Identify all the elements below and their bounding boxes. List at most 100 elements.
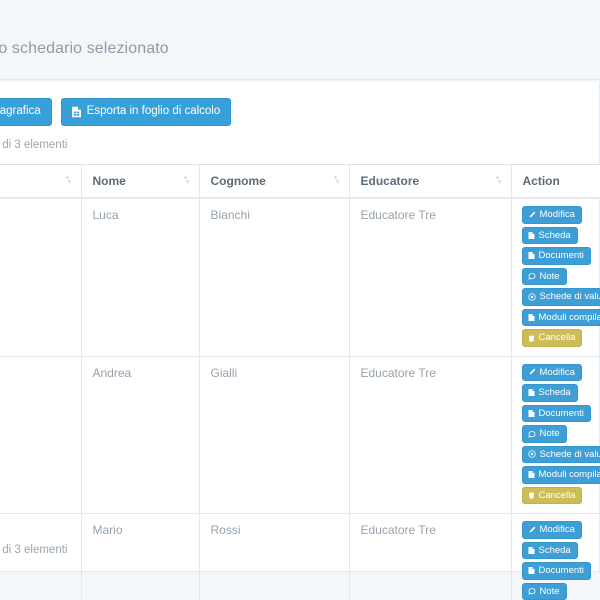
cell-nome: Andrea <box>81 355 200 514</box>
column-header-first[interactable] <box>0 164 82 199</box>
scheda-button[interactable]: Scheda <box>521 541 578 559</box>
cancella-button[interactable]: Cancella <box>521 329 583 347</box>
file-icon <box>528 566 535 575</box>
cancella-label: Cancella <box>538 332 576 343</box>
file-icon <box>528 388 535 397</box>
file-icon <box>528 546 535 555</box>
cell-first <box>0 513 82 600</box>
moduli-compilati-button[interactable]: Moduli compilati <box>521 466 600 484</box>
modifica-button[interactable]: Modifica <box>521 521 582 539</box>
column-header-educatore-label: Educatore <box>360 174 420 188</box>
documenti-label: Documenti <box>538 565 584 576</box>
row-action-group: Modifica Scheda Documenti <box>521 521 591 600</box>
note-label: Note <box>539 428 560 439</box>
column-header-cognome[interactable]: Cognome <box>199 164 350 199</box>
spreadsheet-icon <box>71 106 82 118</box>
cell-educatore: Educatore Tre <box>349 355 512 514</box>
modifica-label: Modifica <box>539 366 575 378</box>
page-header: Anagrafiche nello schedario selezionato <box>0 0 600 80</box>
column-header-nome[interactable]: Nome <box>81 164 200 199</box>
sort-icon <box>332 174 341 189</box>
table-row: Mario Rossi Educatore Tre Modifica Sched… <box>0 513 600 600</box>
comment-icon <box>527 430 536 438</box>
modifica-button[interactable]: Modifica <box>521 206 582 224</box>
content-card: Aggiungi un anagrafica Esporta in foglio… <box>0 82 600 600</box>
moduli-compilati-label: Moduli compilati <box>538 469 600 480</box>
documenti-button[interactable]: Documenti <box>521 247 591 265</box>
note-label: Note <box>539 270 560 282</box>
note-button[interactable]: Note <box>521 425 567 443</box>
export-spreadsheet-label: Esporta in foglio di calcolo <box>86 105 221 118</box>
cell-actions: Modifica Scheda Documenti <box>511 513 600 600</box>
schede-valutazione-label: Schede di valutazione <box>539 448 600 460</box>
moduli-compilati-label: Moduli compilati <box>538 311 600 323</box>
schede-valutazione-button[interactable]: Schede di valutazione <box>521 288 600 306</box>
sort-icon <box>182 174 191 189</box>
table-info-top: Visualizzati da 1 a 3 di 3 elementi <box>0 139 68 151</box>
modifica-button[interactable]: Modifica <box>521 363 582 381</box>
documenti-label: Documenti <box>538 407 584 419</box>
comment-icon <box>527 272 536 280</box>
scheda-label: Scheda <box>538 387 571 398</box>
toolbar: Aggiungi un anagrafica Esporta in foglio… <box>0 98 232 126</box>
table-head: Nome Cognome Educatore Action <box>0 164 600 199</box>
cell-nome: Mario <box>81 513 200 600</box>
add-anagrafica-button[interactable]: Aggiungi un anagrafica <box>0 98 52 126</box>
scheda-button[interactable]: Scheda <box>521 384 578 402</box>
documenti-button[interactable]: Documenti <box>521 404 591 422</box>
cell-first <box>0 355 82 514</box>
comment-icon <box>527 587 536 595</box>
table-header-row: Nome Cognome Educatore Action <box>0 164 600 199</box>
note-button[interactable]: Note <box>521 582 567 600</box>
sort-icon <box>64 174 73 189</box>
cancella-button[interactable]: Cancella <box>521 486 583 504</box>
column-header-educatore[interactable]: Educatore <box>349 164 512 199</box>
file-icon <box>528 231 535 240</box>
scheda-label: Scheda <box>538 544 571 556</box>
export-spreadsheet-button[interactable]: Esporta in foglio di calcolo <box>60 98 232 126</box>
column-header-action: Action <box>511 164 600 199</box>
schede-valutazione-label: Schede di valutazione <box>539 291 600 302</box>
file-icon <box>528 409 535 418</box>
add-anagrafica-label: Aggiungi un anagrafica <box>0 105 41 118</box>
scheda-label: Scheda <box>538 229 571 241</box>
documenti-button[interactable]: Documenti <box>521 562 591 580</box>
cell-first <box>0 197 82 357</box>
cell-actions: Modifica Scheda Documenti <box>511 197 600 357</box>
column-header-nome-label: Nome <box>92 174 126 188</box>
note-button[interactable]: Note <box>521 267 567 285</box>
file-icon <box>528 313 535 322</box>
modifica-label: Modifica <box>539 209 575 220</box>
schede-valutazione-button[interactable]: Schede di valutazione <box>521 445 600 463</box>
row-action-group: Modifica Scheda Documenti <box>521 206 600 347</box>
table-row: Luca Bianchi Educatore Tre Modifica Sche… <box>0 197 600 357</box>
record-icon <box>527 450 536 458</box>
data-table-container: Nome Cognome Educatore Action Luca Bianc… <box>0 164 600 600</box>
file-icon <box>528 251 535 260</box>
cell-nome: Luca <box>81 197 200 357</box>
trash-icon <box>528 491 535 499</box>
documenti-label: Documenti <box>538 250 584 261</box>
table-body: Luca Bianchi Educatore Tre Modifica Sche… <box>0 197 600 600</box>
cell-educatore: Educatore Tre <box>349 513 512 600</box>
record-icon <box>527 293 536 301</box>
cell-cognome: Gialli <box>199 355 350 514</box>
pencil-icon <box>528 368 536 376</box>
cell-cognome: Rossi <box>199 513 350 600</box>
file-icon <box>528 470 535 479</box>
modifica-label: Modifica <box>539 524 575 535</box>
column-header-action-label: Action <box>522 174 560 188</box>
sort-icon <box>494 174 503 189</box>
cell-cognome: Bianchi <box>199 197 350 357</box>
app-page: Anagrafiche nello schedario selezionato … <box>0 0 600 600</box>
note-label: Note <box>539 585 560 597</box>
table-row: Andrea Gialli Educatore Tre Modifica Sch… <box>0 355 600 514</box>
page-title: Anagrafiche nello schedario selezionato <box>0 40 169 57</box>
cancella-label: Cancella <box>538 489 576 501</box>
moduli-compilati-button[interactable]: Moduli compilati <box>521 308 600 326</box>
scheda-button[interactable]: Scheda <box>521 226 578 244</box>
table-info-bottom: Visualizzati da 1 a 3 di 3 elementi <box>0 544 68 556</box>
trash-icon <box>528 334 535 342</box>
cell-educatore: Educatore Tre <box>349 197 512 357</box>
column-header-cognome-label: Cognome <box>210 174 266 188</box>
